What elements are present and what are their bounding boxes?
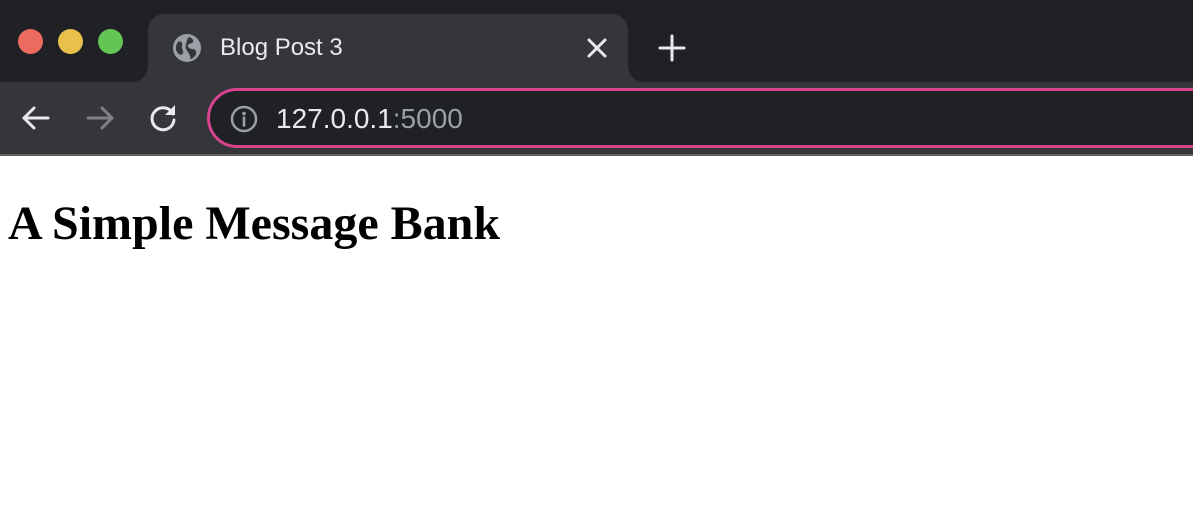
- page-content: A Simple Message Bank: [0, 156, 1193, 512]
- window-close-button[interactable]: [18, 29, 43, 54]
- address-bar[interactable]: 127.0.0.1:5000: [207, 88, 1193, 148]
- info-icon[interactable]: [230, 105, 258, 133]
- tab-strip: Blog Post 3: [0, 0, 1193, 82]
- browser-window: Blog Post 3 127.0.0.1:5000 A Simple Mess…: [0, 0, 1193, 512]
- window-maximize-button[interactable]: [98, 29, 123, 54]
- tab-blog-post-3[interactable]: Blog Post 3: [148, 14, 628, 82]
- tab-title: Blog Post 3: [220, 34, 343, 61]
- close-icon[interactable]: [584, 35, 610, 61]
- page-title: A Simple Message Bank: [8, 197, 501, 250]
- url-host: 127.0.0.1: [276, 103, 393, 134]
- plus-icon[interactable]: [657, 33, 687, 63]
- toolbar: 127.0.0.1:5000: [0, 82, 1193, 154]
- globe-icon: [172, 33, 202, 63]
- arrow-right-icon[interactable]: [84, 102, 116, 134]
- url-text[interactable]: 127.0.0.1:5000: [276, 102, 463, 136]
- arrow-left-icon[interactable]: [20, 102, 52, 134]
- url-port: :5000: [392, 103, 463, 134]
- reload-icon[interactable]: [148, 102, 180, 134]
- window-minimize-button[interactable]: [58, 29, 83, 54]
